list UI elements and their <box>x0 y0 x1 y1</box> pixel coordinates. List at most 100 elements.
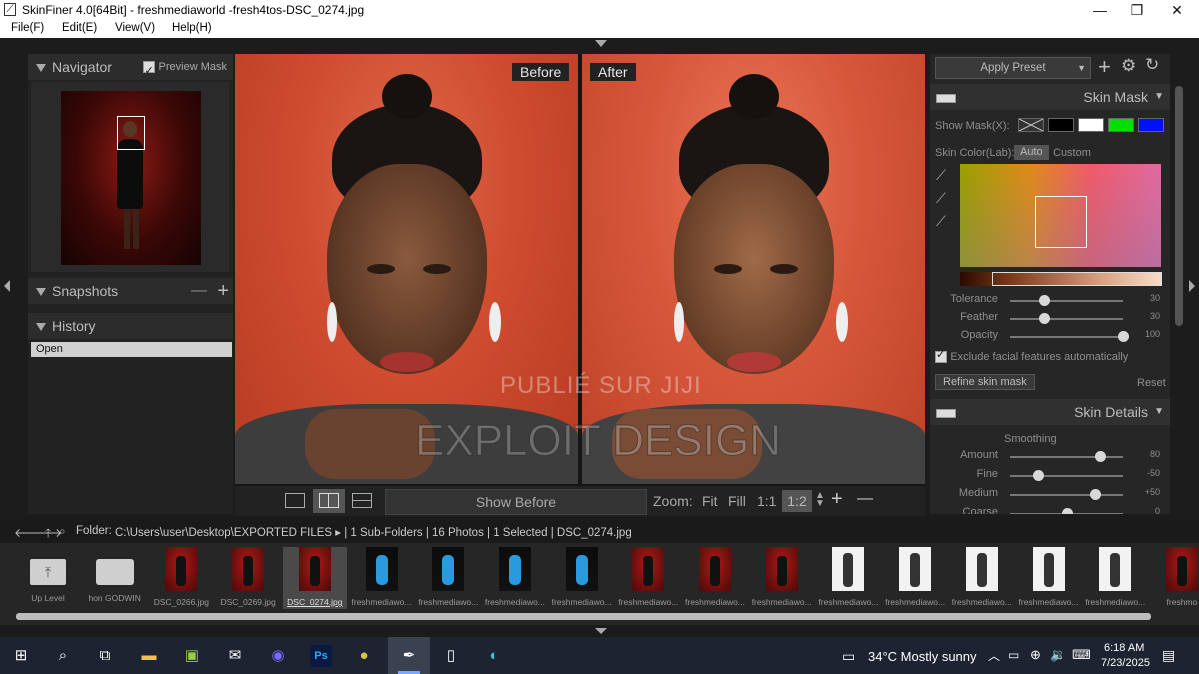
slider-track[interactable] <box>1010 508 1123 514</box>
mask-green-swatch[interactable] <box>1108 118 1134 132</box>
windows-start-icon[interactable]: ⊞ <box>10 645 32 667</box>
app-icon[interactable]: ● <box>353 645 375 667</box>
slider-track[interactable] <box>1010 313 1123 324</box>
thumbnail-item[interactable]: hon GODWIN <box>83 547 147 609</box>
split-view-button[interactable] <box>313 489 345 513</box>
slider-knob[interactable] <box>1090 489 1101 500</box>
network-icon[interactable]: ⊕ <box>1030 647 1041 663</box>
thumbnail-item[interactable]: freshmediawo... <box>1017 547 1081 609</box>
skinfiner-taskbar-button[interactable]: ✒ <box>388 637 430 674</box>
single-view-icon[interactable] <box>285 493 305 508</box>
search-icon[interactable]: ⌕ <box>52 645 74 667</box>
color-selection-rect[interactable] <box>1035 196 1087 248</box>
slider-knob[interactable] <box>1062 508 1073 514</box>
slider-knob[interactable] <box>1095 451 1106 462</box>
collapse-top-arrow-icon[interactable] <box>595 40 607 47</box>
slider-track[interactable] <box>1010 470 1123 481</box>
app-icon[interactable]: ◉ <box>267 645 289 667</box>
notification-icon[interactable]: ▤ <box>1162 647 1175 664</box>
thumbnail-item[interactable]: freshmediawo... <box>550 547 614 609</box>
thumbnail-item[interactable]: ⤒ Up Level <box>16 547 80 609</box>
refine-skin-mask-button[interactable]: Refine skin mask <box>935 374 1035 390</box>
mask-none-swatch[interactable] <box>1018 118 1044 132</box>
refresh-icon[interactable]: ↻ <box>1145 55 1159 75</box>
thumbnail-item[interactable]: DSC_0274.jpg <box>282 547 347 609</box>
auto-button[interactable]: Auto <box>1014 145 1049 160</box>
thumbnail-item[interactable]: freshmo <box>1150 547 1199 609</box>
eyedropper-icon[interactable]: ⟋ <box>936 167 946 184</box>
thumbnail-item[interactable]: DSC_0266.jpg <box>149 547 213 609</box>
snapshots-header[interactable]: Snapshots — + <box>28 278 233 304</box>
close-button[interactable]: ✕ <box>1157 0 1197 20</box>
zoom-fit-button[interactable]: Fit <box>702 493 718 509</box>
menu-file[interactable]: File(F) <box>11 22 44 34</box>
search-icon[interactable]: ⌕ <box>59 524 66 539</box>
weather-text[interactable]: 34°C Mostly sunny <box>868 649 977 664</box>
show-before-button[interactable]: Show Before <box>385 489 647 515</box>
apply-preset-dropdown[interactable]: Apply Preset ▼ <box>935 57 1091 79</box>
edge-icon[interactable]: ◐ <box>483 645 505 667</box>
menu-edit[interactable]: Edit(E) <box>62 22 97 34</box>
mask-blue-swatch[interactable] <box>1138 118 1164 132</box>
custom-button[interactable]: Custom <box>1053 147 1091 159</box>
minimize-button[interactable]: — <box>1080 0 1120 20</box>
eyedropper-subtract-icon[interactable]: ⟋ <box>936 213 946 230</box>
skin-color-picker[interactable] <box>960 164 1161 267</box>
clock-date[interactable]: 7/23/2025 <box>1101 657 1150 669</box>
thumbnail-item[interactable]: freshmediawo... <box>750 547 814 609</box>
thumbnail-item[interactable]: freshmediawo... <box>616 547 680 609</box>
thumbnail-item[interactable]: freshmediawo... <box>483 547 547 609</box>
skin-mask-toggle[interactable] <box>936 94 956 103</box>
add-snapshot-button[interactable]: + <box>217 278 229 304</box>
skin-details-toggle[interactable] <box>936 409 956 418</box>
up-arrow-icon[interactable]: 🡑 <box>45 524 51 545</box>
zoom-in-button[interactable]: + <box>831 488 843 511</box>
tone-range-selection[interactable] <box>992 272 1162 286</box>
skin-mask-header[interactable]: Skin Mask ▼ <box>930 84 1170 110</box>
exclude-features-toggle[interactable]: Exclude facial features automatically <box>935 348 1128 363</box>
maximize-button[interactable]: ❐ <box>1117 0 1157 20</box>
zoom-stepper-icon[interactable]: ▲ ▼ <box>815 491 825 509</box>
filmstrip-scrollbar[interactable] <box>16 613 1151 620</box>
history-item[interactable]: Open <box>31 342 232 357</box>
collapse-left-arrow-icon[interactable] <box>4 280 10 292</box>
mask-black-swatch[interactable] <box>1048 118 1074 132</box>
chevron-up-icon[interactable]: ︿ <box>988 647 1000 664</box>
zoom-out-button[interactable]: — <box>857 490 873 508</box>
document-icon[interactable]: ▯ <box>440 645 462 667</box>
reset-button[interactable]: Reset <box>1137 377 1166 389</box>
right-panel-scrollbar[interactable] <box>1175 86 1183 326</box>
slider-track[interactable] <box>1010 295 1123 306</box>
weather-icon[interactable]: ▭ <box>842 648 855 665</box>
thumbnail-item[interactable]: freshmediawo... <box>683 547 747 609</box>
thumbnail-item[interactable]: freshmediawo... <box>816 547 880 609</box>
slider-knob[interactable] <box>1039 295 1050 306</box>
thumbnail-item[interactable]: freshmediawo... <box>416 547 480 609</box>
photoshop-icon[interactable]: Ps <box>310 645 332 667</box>
slider-knob[interactable] <box>1039 313 1050 324</box>
history-header[interactable]: History <box>28 313 233 339</box>
slider-track[interactable] <box>1010 451 1123 462</box>
gear-icon[interactable]: ⚙ <box>1121 56 1136 76</box>
mask-white-swatch[interactable] <box>1078 118 1104 132</box>
collapse-right-arrow-icon[interactable] <box>1189 280 1195 292</box>
navigator-header[interactable]: Navigator Preview Mask <box>28 54 233 84</box>
folder-path[interactable]: C:\Users\user\Desktop\EXPORTED FILES ▸ |… <box>115 525 632 539</box>
slider-knob[interactable] <box>1033 470 1044 481</box>
thumbnail-item[interactable]: freshmediawo... <box>350 547 414 609</box>
menu-help[interactable]: Help(H) <box>172 22 212 34</box>
mail-icon[interactable]: ✉ <box>224 645 246 667</box>
exclude-features-checkbox[interactable] <box>935 348 947 363</box>
navigator-preview[interactable] <box>31 82 229 272</box>
thumbnail-item[interactable]: freshmediawo... <box>950 547 1014 609</box>
clock-time[interactable]: 6:18 AM <box>1104 642 1144 654</box>
volume-icon[interactable]: 🔉 <box>1050 647 1066 663</box>
zoom-ratio-field[interactable]: 1:2 <box>782 490 812 512</box>
keyboard-icon[interactable]: ⌨ <box>1072 647 1091 663</box>
store-icon[interactable]: ▣ <box>181 645 203 667</box>
file-explorer-icon[interactable]: ▬ <box>138 645 160 667</box>
slider-track[interactable] <box>1010 489 1123 500</box>
thumbnail-item[interactable]: freshmediawo... <box>1083 547 1147 609</box>
navigator-viewport-rect[interactable] <box>117 116 145 150</box>
zoom-1-1-button[interactable]: 1:1 <box>757 493 776 509</box>
